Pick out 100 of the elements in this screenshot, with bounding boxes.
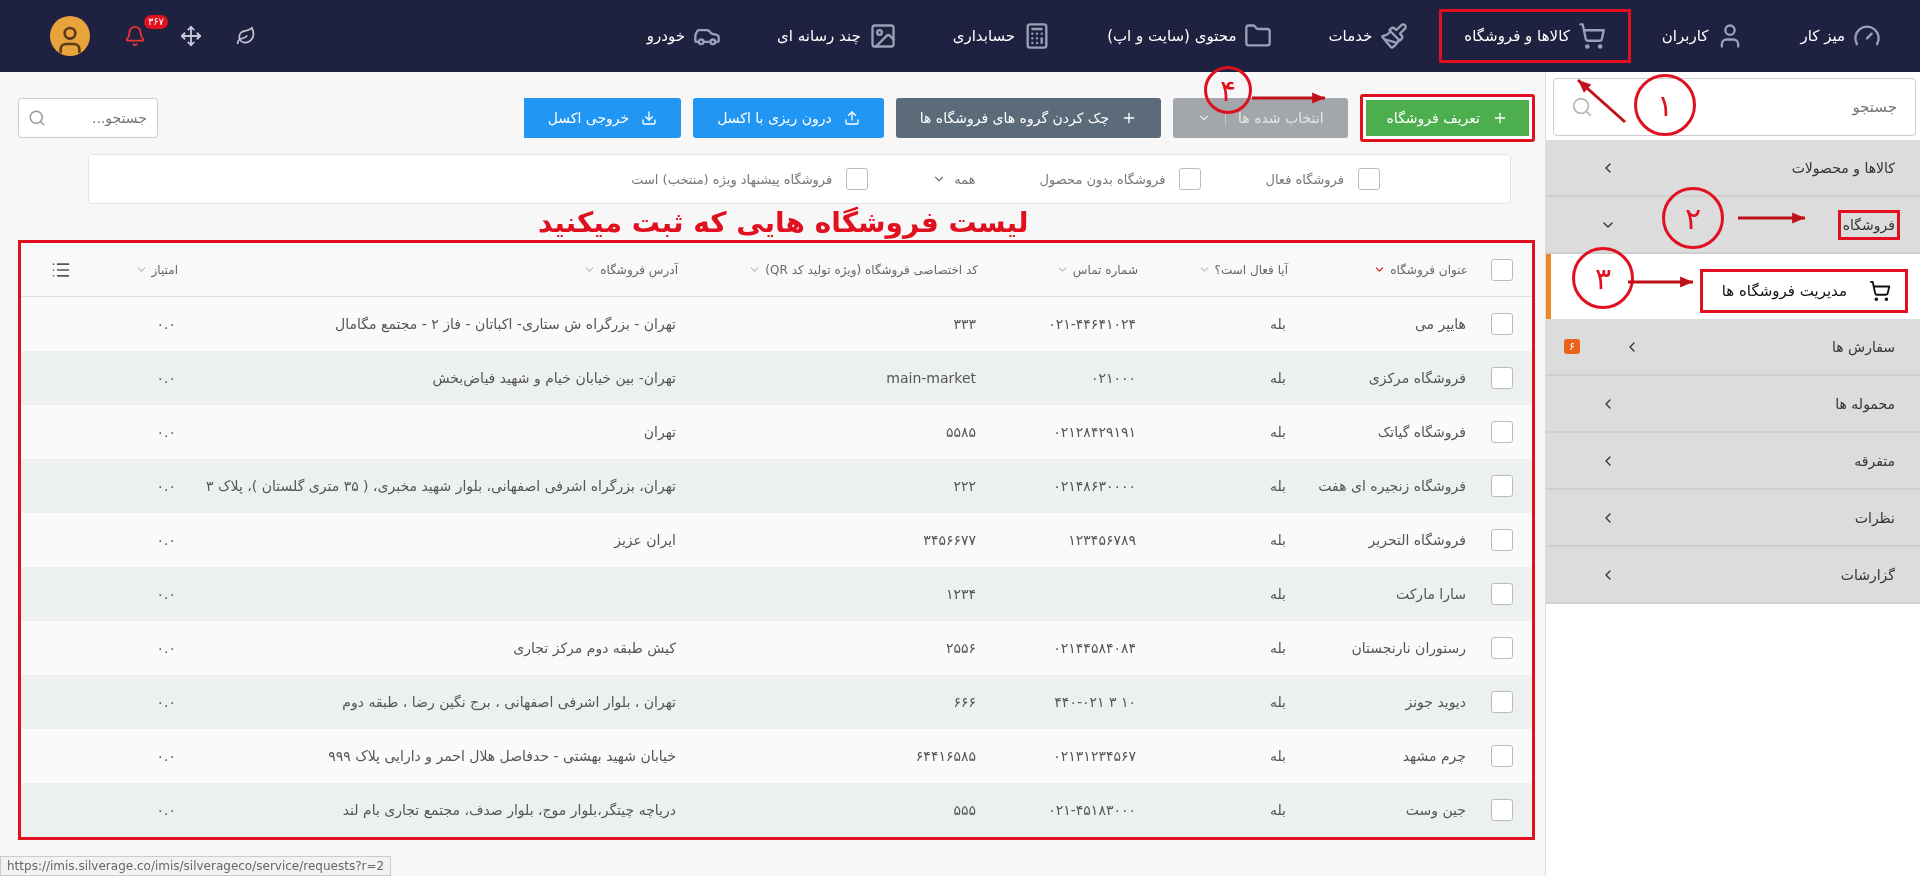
sidebar-item-label: سفارش ها [1830, 337, 1896, 358]
row-checkbox[interactable] [1491, 637, 1513, 659]
filter-label: فروشگاه فعال [1265, 171, 1344, 187]
table-cell-text: هایپر می [1413, 315, 1467, 335]
table-cell-text: ۳۳۳ [952, 315, 977, 334]
table-cell-text: بله [1268, 477, 1287, 496]
table-cell-text: بله [1268, 747, 1287, 766]
row-checkbox[interactable] [1491, 367, 1513, 389]
column-header[interactable]: عنوان فروشگاه [1292, 262, 1472, 277]
search-field[interactable]: جستجو... [18, 98, 158, 138]
user-avatar-icon[interactable] [50, 16, 90, 56]
nav-item[interactable]: میز کار [1775, 9, 1906, 63]
row-checkbox[interactable] [1491, 313, 1513, 335]
row-checkbox[interactable] [1491, 583, 1513, 605]
column-header[interactable]: امتیاز [92, 262, 182, 277]
table-cell-text: ۶۴۴۱۶۵۸۵ [914, 747, 977, 766]
row-checkbox[interactable] [1491, 529, 1513, 551]
filter-label: فروشگاه بدون محصول [1039, 171, 1166, 187]
table-cell-text: بله [1268, 801, 1287, 820]
table-cell-text: ۰.۰ [155, 423, 177, 442]
sidebar-subitem-label: مدیریت فروشگاه ها [1700, 268, 1908, 313]
nav-item[interactable]: خدمات [1303, 9, 1434, 63]
table-cell-text: تهران - بزرگراه ش ستاری- اکباتان - فاز ۲ - مجتمع مگامال [334, 315, 677, 335]
table-cell-text: ۰۲۱۰۰۰ [1089, 369, 1137, 388]
row-checkbox[interactable] [1491, 475, 1513, 497]
table-cell-text: ۰.۰ [155, 747, 177, 766]
table-row[interactable]: فروشگاه زنجیره ای هفت بله ۰۲۱۴۸۶۳۰۰۰۰ ۲۲۲ تهران، بزرگراه اشرفی اصفهانی، بلوار شهید مخبری، ( ۳۵ متری گلستان )، پلاک ۳ ۰.۰ [21, 459, 1532, 513]
nav-item[interactable]: محتوی (سایت و اپ) [1082, 9, 1298, 63]
table-row[interactable]: سارا مارکت بله ۱۲۳۴ ۰.۰ [21, 567, 1532, 621]
nav-item-icon [1577, 22, 1606, 50]
row-checkbox[interactable] [1491, 691, 1513, 713]
table-cell-text: بله [1268, 585, 1287, 604]
filter-dropdown[interactable]: همه [932, 171, 976, 187]
row-checkbox[interactable] [1491, 421, 1513, 443]
row-checkbox[interactable] [1491, 745, 1513, 767]
table-cell-text: بله [1268, 693, 1287, 712]
annotation-caption: لیست فروشگاه هایی که ثبت میکنید [538, 206, 1029, 240]
table-cell-text: ۱۲۳۴۵۶۷۸۹ [1067, 531, 1137, 550]
table-cell-text: تهران، بزرگراه اشرفی اصفهانی، بلوار شهید مخبری، ( ۳۵ متری گلستان )، پلاک ۳ [205, 477, 677, 497]
select-all-checkbox[interactable] [1491, 258, 1513, 281]
table-cell-text: ۰.۰ [155, 315, 177, 334]
table-cell-text: تهران- بین خیابان خیام و شهید فیاض‌بخش [431, 369, 677, 389]
search-icon [1571, 96, 1593, 118]
table-cell-text: main-market [885, 369, 977, 388]
sidebar-item-label: متفرقه [1853, 451, 1896, 472]
table-cell-text: ۰.۰ [155, 369, 177, 388]
sidebar-item[interactable]: متفرقه [1546, 433, 1920, 490]
row-checkbox[interactable] [1491, 799, 1513, 821]
table-cell-text: ۲۵۵۶ [944, 639, 977, 658]
table-cell-text: خیابان شهید بهشتی - حدفاصل هلال احمر و دارایی پلاک ۹۹۹ [327, 747, 677, 767]
search-icon [28, 109, 46, 127]
table-cell-text: بله [1268, 639, 1287, 658]
nav-item[interactable]: کالاها و فروشگاه [1439, 9, 1631, 63]
toolbar-button[interactable]: چک کردن گروه های فروشگاه ها [895, 98, 1162, 138]
table-cell-text: ۳۴۵۶۶۷۷ [922, 531, 977, 550]
table-cell-text: بله [1268, 531, 1287, 550]
bell-icon[interactable] [124, 25, 146, 47]
table-row[interactable]: دیوید جونز بله ۱۰ ۳ ۴۴۰-۰۲۱ ۶۶۶ تهران ، بلوار اشرفی اصفهانی ، برج نگین رضا ، طبقه دوم ۰.۰ [21, 675, 1532, 729]
cart-icon [1869, 279, 1891, 302]
sidebar-item-label: فروشگاه [1837, 209, 1900, 240]
table-cell-text: چرم مشهد [1401, 747, 1467, 767]
column-header[interactable]: شماره تماس [982, 262, 1142, 277]
checkbox[interactable] [1179, 168, 1202, 190]
table-cell-text: ۱۰ ۳ ۴۴۰-۰۲۱ [1053, 693, 1137, 712]
table-cell-text: سارا مارکت [1394, 585, 1467, 605]
nav-item[interactable]: خودرو [621, 9, 746, 63]
column-header[interactable]: کد اختصاصی فروشگاه (ویژه تولید کد QR) [682, 262, 982, 277]
leaf-icon[interactable] [236, 26, 256, 46]
column-header[interactable]: آیا فعال است؟ [1142, 262, 1292, 277]
table-cell-text: ۰.۰ [155, 585, 177, 604]
checkbox[interactable] [846, 168, 869, 190]
table-cell-text: ۰۲۱-۴۵۱۸۳۰۰۰ [1047, 801, 1137, 820]
table-cell-text: ۶۶۶ [952, 693, 977, 712]
move-icon[interactable] [180, 25, 202, 47]
checkbox[interactable] [1358, 168, 1380, 190]
nav-item-icon [868, 22, 897, 50]
sidebar-item[interactable]: کالاها و محصولات [1546, 140, 1920, 197]
nav-item[interactable]: چند رسانه ای [752, 9, 922, 63]
filter-label: فروشگاه پیشنهاد ویژه (منتخب) است [631, 171, 833, 187]
nav-item[interactable]: کاربران [1636, 9, 1770, 63]
table-cell-text: بله [1268, 315, 1287, 334]
step-number-marker: ۴ [1204, 66, 1252, 114]
table-cell-text: دیوید جونز [1404, 693, 1467, 713]
sidebar-item[interactable]: محموله ها [1546, 376, 1920, 433]
count-badge: ۶ [1564, 339, 1580, 354]
annotation-arrow [1738, 212, 1805, 224]
sidebar-item-label: کالاها و محصولات [1790, 158, 1896, 179]
table-cell-text: ۰۲۱۳۱۲۳۴۵۶۷ [1052, 747, 1137, 766]
nav-item[interactable]: حسابداری [927, 9, 1077, 63]
table-cell-text: ۰۲۱۲۸۴۲۹۱۹۱ [1052, 423, 1137, 442]
annotation-arrow [1628, 276, 1693, 288]
status-url: https://imis.silverage.co/imis/silverageco/service/requests?r=2 [0, 856, 392, 876]
annotation-arrow [1577, 78, 1626, 124]
table-row[interactable]: جین وست بله ۰۲۱-۴۵۱۸۳۰۰۰ ۵۵۵ دریاچه چیتگر،بلوار موج، بلوار صدف، مجتمع تجاری بام لند ۰.۰ [21, 783, 1532, 837]
sidebar-item[interactable]: سفارش ها ۶ [1546, 319, 1920, 376]
sidebar-item[interactable]: گزارشات [1546, 547, 1920, 604]
column-header[interactable]: آدرس فروشگاه [182, 262, 682, 277]
button-icon [1492, 110, 1508, 126]
sidebar-item[interactable]: نظرات [1546, 490, 1920, 547]
table-cell-text: ۱۲۳۴ [944, 585, 977, 604]
